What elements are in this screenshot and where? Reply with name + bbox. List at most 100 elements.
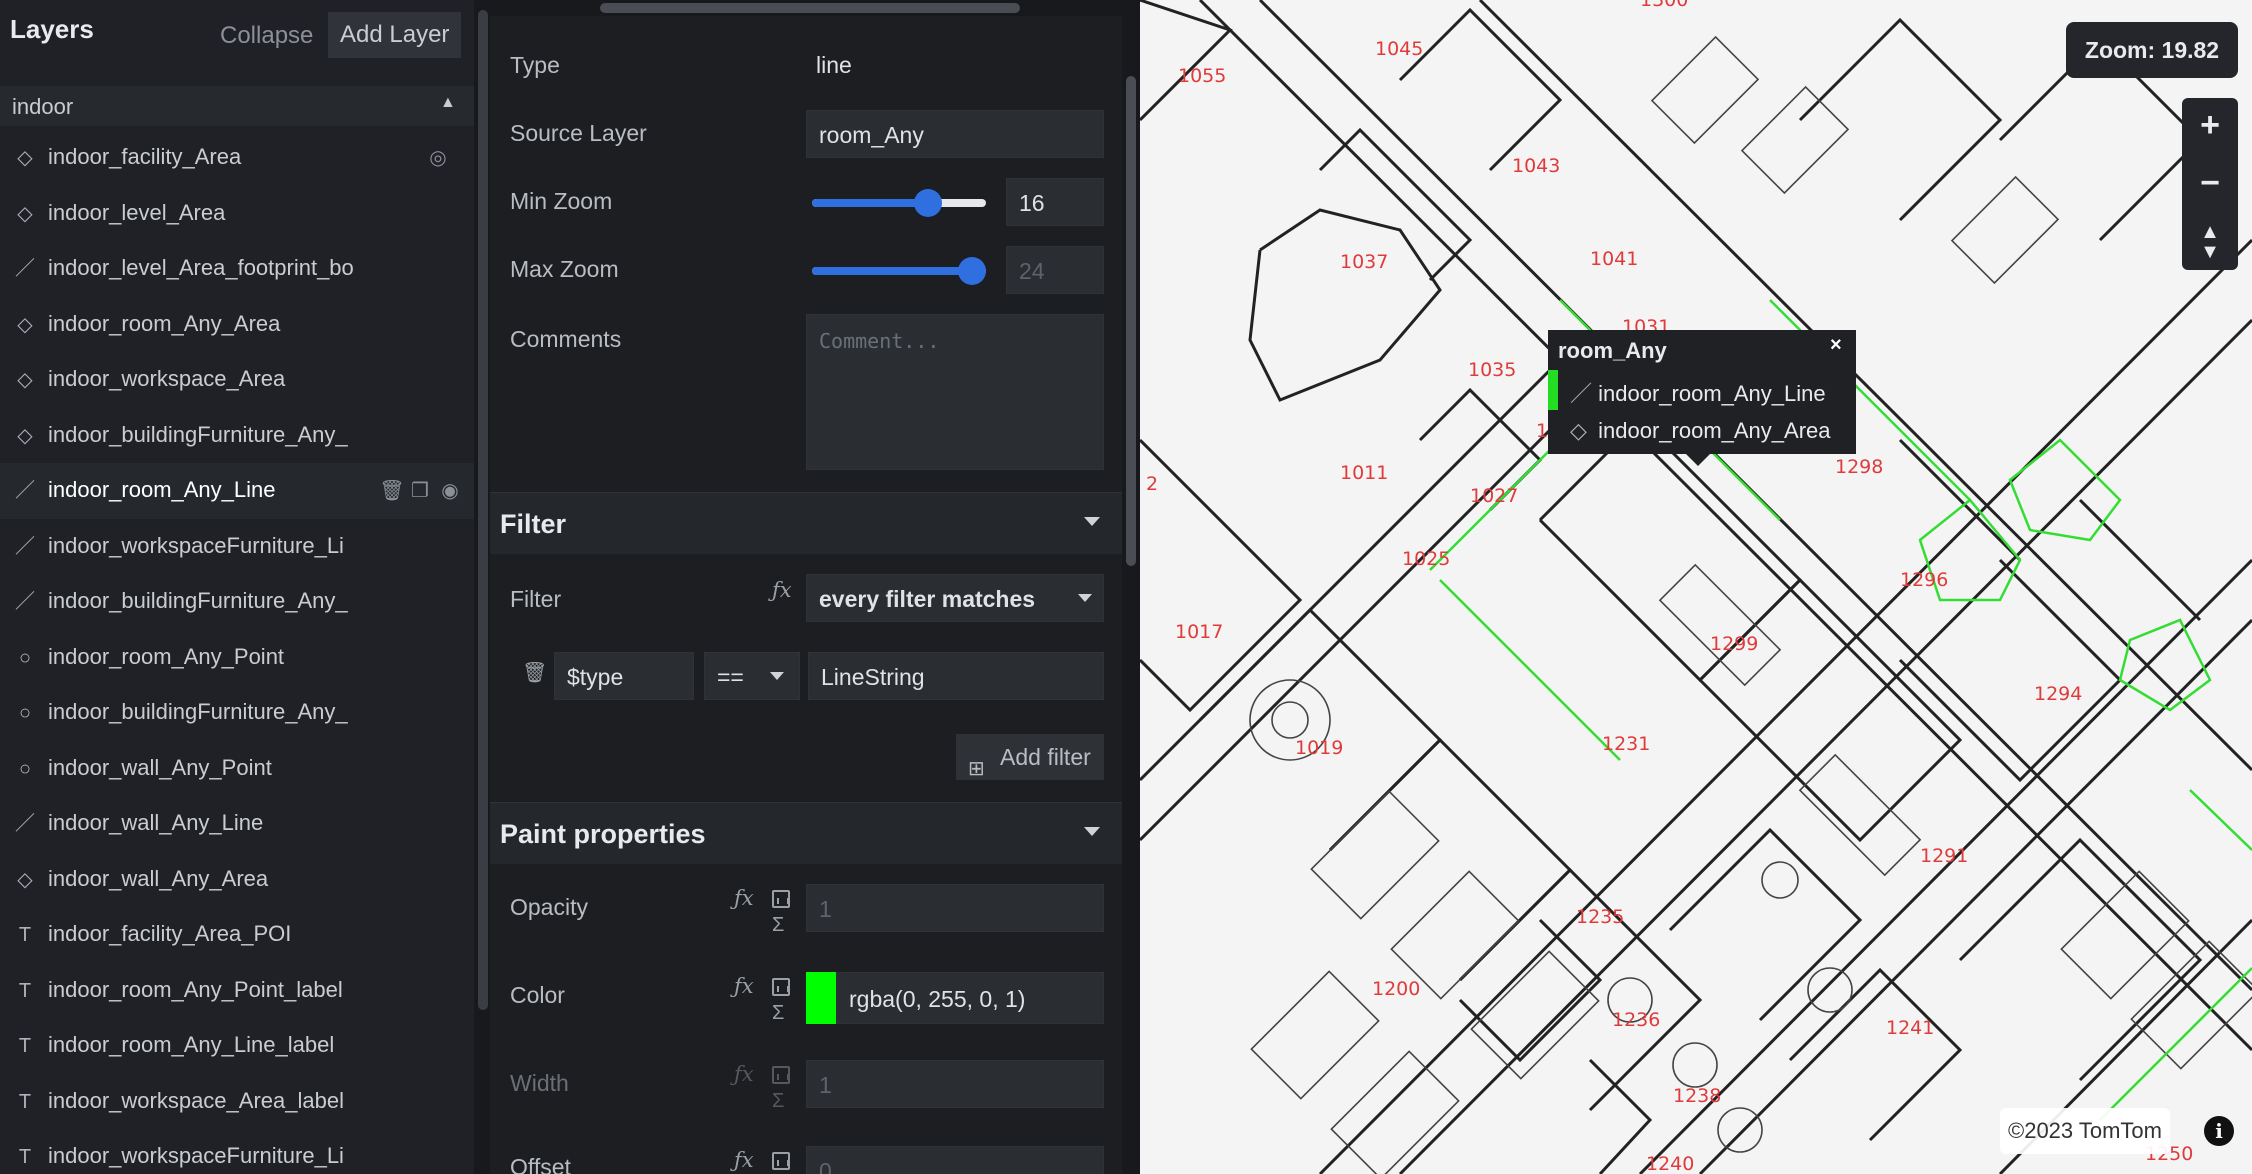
function-icon[interactable]: ƒx [734,886,754,910]
layer-name: indoor_level_Area [48,199,226,225]
function-icon[interactable]: ƒx [772,578,792,602]
comments-textarea[interactable]: Comment... [806,314,1104,470]
data-table-icon[interactable] [772,1152,790,1170]
zoom-out-button[interactable]: − [2182,156,2238,212]
filter-value-field[interactable]: LineString [808,652,1104,700]
layer-item[interactable]: ◇ indoor_buildingFurniture_Any_ [0,408,474,464]
editor-scroll-thumb[interactable] [1126,76,1136,566]
layers-scrollbar[interactable] [474,0,490,1174]
layer-item[interactable]: ○ indoor_buildingFurniture_Any_ [0,685,474,741]
layer-item[interactable]: ／ indoor_buildingFurniture_Any_ [0,574,474,630]
map-canvas[interactable]: 1055 1045 1043 1041 1037 1035 1011 1027 1025 1017… [1140,0,2252,1174]
layer-name: indoor_room_Any_Area [48,310,281,336]
layer-editor-panel: Type line Source Layer room_Any Min Zoom… [490,0,1140,1174]
offset-field[interactable]: 0 [806,1146,1104,1174]
room-number-label: 1025 [1402,548,1450,570]
room-number-label: 1291 [1920,845,1968,867]
layer-item[interactable]: ／ indoor_workspaceFurniture_Li [0,519,474,575]
max-zoom-slider[interactable] [812,254,987,288]
add-layer-button[interactable]: Add Layer [328,12,462,58]
room-number-label: 1235 [1576,906,1624,928]
color-swatch[interactable] [806,972,836,1024]
layer-item[interactable]: Tindoor_room_Any_Line_label [0,1018,474,1074]
min-zoom-slider-handle[interactable] [914,189,943,217]
layer-type-icon: T [18,1146,32,1168]
close-icon[interactable]: × [1830,334,1842,357]
popup-layer-item[interactable]: ◇ indoor_room_Any_Area [1570,418,1831,452]
layer-item[interactable]: ◇ indoor_level_Area [0,186,474,242]
function-icon[interactable]: ƒx [734,1062,754,1086]
horizontal-scrollbar[interactable] [490,0,1140,16]
editor-scrollbar[interactable] [1122,16,1140,1174]
filter-match-select[interactable]: every filter matches [806,574,1104,622]
room-number-label: 1300 [1640,0,1688,11]
compass-icon[interactable]: ▲ ▼ [2182,214,2238,270]
data-table-icon[interactable] [772,978,790,996]
visibility-off-icon[interactable]: ◎ [424,144,452,172]
filter-key-field[interactable]: $type [554,652,694,700]
layer-name: indoor_wall_Any_Point [48,754,272,780]
fill-type-icon: ◇ [1570,418,1587,443]
max-zoom-field[interactable]: 24 [1006,246,1104,294]
feature-popup: room_Any × ／ indoor_room_Any_Line ◇ indo… [1548,330,1856,466]
map-attribution[interactable]: ©2023 TomTom [2000,1108,2170,1154]
layer-group-indoor[interactable]: indoor ▲ [0,86,474,126]
layer-item[interactable]: ／ indoor_room_Any_Line 🗑 ❐ ◉ [0,463,474,519]
trash-icon[interactable]: 🗑 [522,660,547,685]
min-zoom-field[interactable]: 16 [1006,178,1104,226]
function-icon[interactable]: ƒx [734,1148,754,1172]
collapse-button[interactable]: Collapse [210,14,323,58]
layer-item[interactable]: ◇ indoor_facility_Area ◎ [0,130,474,186]
layer-item[interactable]: ◇ indoor_room_Any_Area [0,297,474,353]
layer-item[interactable]: ◇ indoor_wall_Any_Area [0,852,474,908]
zoom-in-button[interactable]: + [2182,98,2238,154]
layer-item[interactable]: Tindoor_workspace_Area_label [0,1074,474,1130]
data-table-icon[interactable] [772,1066,790,1084]
layer-name: indoor_workspaceFurniture_Li [48,532,344,558]
color-field[interactable]: rgba(0, 255, 0, 1) [836,972,1104,1024]
layer-item[interactable]: ◇ indoor_workspace_Area [0,352,474,408]
opacity-field[interactable]: 1 [806,884,1104,932]
room-number-label: 1043 [1512,155,1560,177]
layers-scroll-thumb[interactable] [478,10,488,1010]
layer-name: indoor_workspaceFurniture_Li [48,1143,344,1168]
section-caret-icon [1084,827,1100,836]
layer-item[interactable]: ／ indoor_wall_Any_Line [0,796,474,852]
popup-layer-item[interactable]: ／ indoor_room_Any_Line [1570,376,1826,410]
width-field[interactable]: 1 [806,1060,1104,1108]
layer-type-icon: ／ [15,591,35,613]
line-type-icon: ／ [1570,381,1593,406]
layer-item[interactable]: ○ indoor_room_Any_Point [0,630,474,686]
filter-label: Filter [510,586,562,612]
layer-type-icon: T [18,924,32,946]
source-layer-field[interactable]: room_Any [806,110,1104,158]
filter-section-header[interactable]: Filter [490,492,1122,554]
sigma-icon[interactable]: Σ [772,1002,784,1025]
popup-selected-marker [1548,370,1558,410]
sigma-icon[interactable]: Σ [772,1090,784,1113]
layer-item[interactable]: Tindoor_workspaceFurniture_Li [0,1129,474,1174]
function-icon[interactable]: ƒx [734,974,754,998]
paint-section-header[interactable]: Paint properties [490,802,1122,864]
collapse-caret-icon[interactable]: ▲ [440,94,456,112]
layer-name: indoor_facility_Area_POI [48,921,292,946]
delete-icon[interactable]: 🗑 [378,477,406,505]
popup-layer-name: indoor_room_Any_Area [1598,418,1831,443]
layer-item[interactable]: Tindoor_facility_Area_POI [0,907,474,963]
add-filter-button[interactable]: ⊞ Add filter [956,734,1104,780]
layer-type-icon: ／ [15,258,35,280]
min-zoom-slider[interactable] [812,186,986,220]
info-icon[interactable]: i [2204,1116,2234,1146]
duplicate-icon[interactable]: ❐ [406,477,434,505]
paint-section-title: Paint properties [500,819,706,849]
data-table-icon[interactable] [772,890,790,908]
filter-operator-select[interactable]: == [704,652,800,700]
sigma-icon[interactable]: Σ [772,914,784,937]
layer-item[interactable]: ○ indoor_wall_Any_Point [0,741,474,797]
max-zoom-slider-handle[interactable] [958,257,987,285]
dropdown-caret-icon [1078,594,1092,602]
layer-item[interactable]: ／ indoor_level_Area_footprint_bo [0,241,474,297]
horizontal-scroll-thumb[interactable] [600,3,1020,13]
visibility-icon[interactable]: ◉ [436,477,464,505]
layer-item[interactable]: Tindoor_room_Any_Point_label [0,963,474,1019]
